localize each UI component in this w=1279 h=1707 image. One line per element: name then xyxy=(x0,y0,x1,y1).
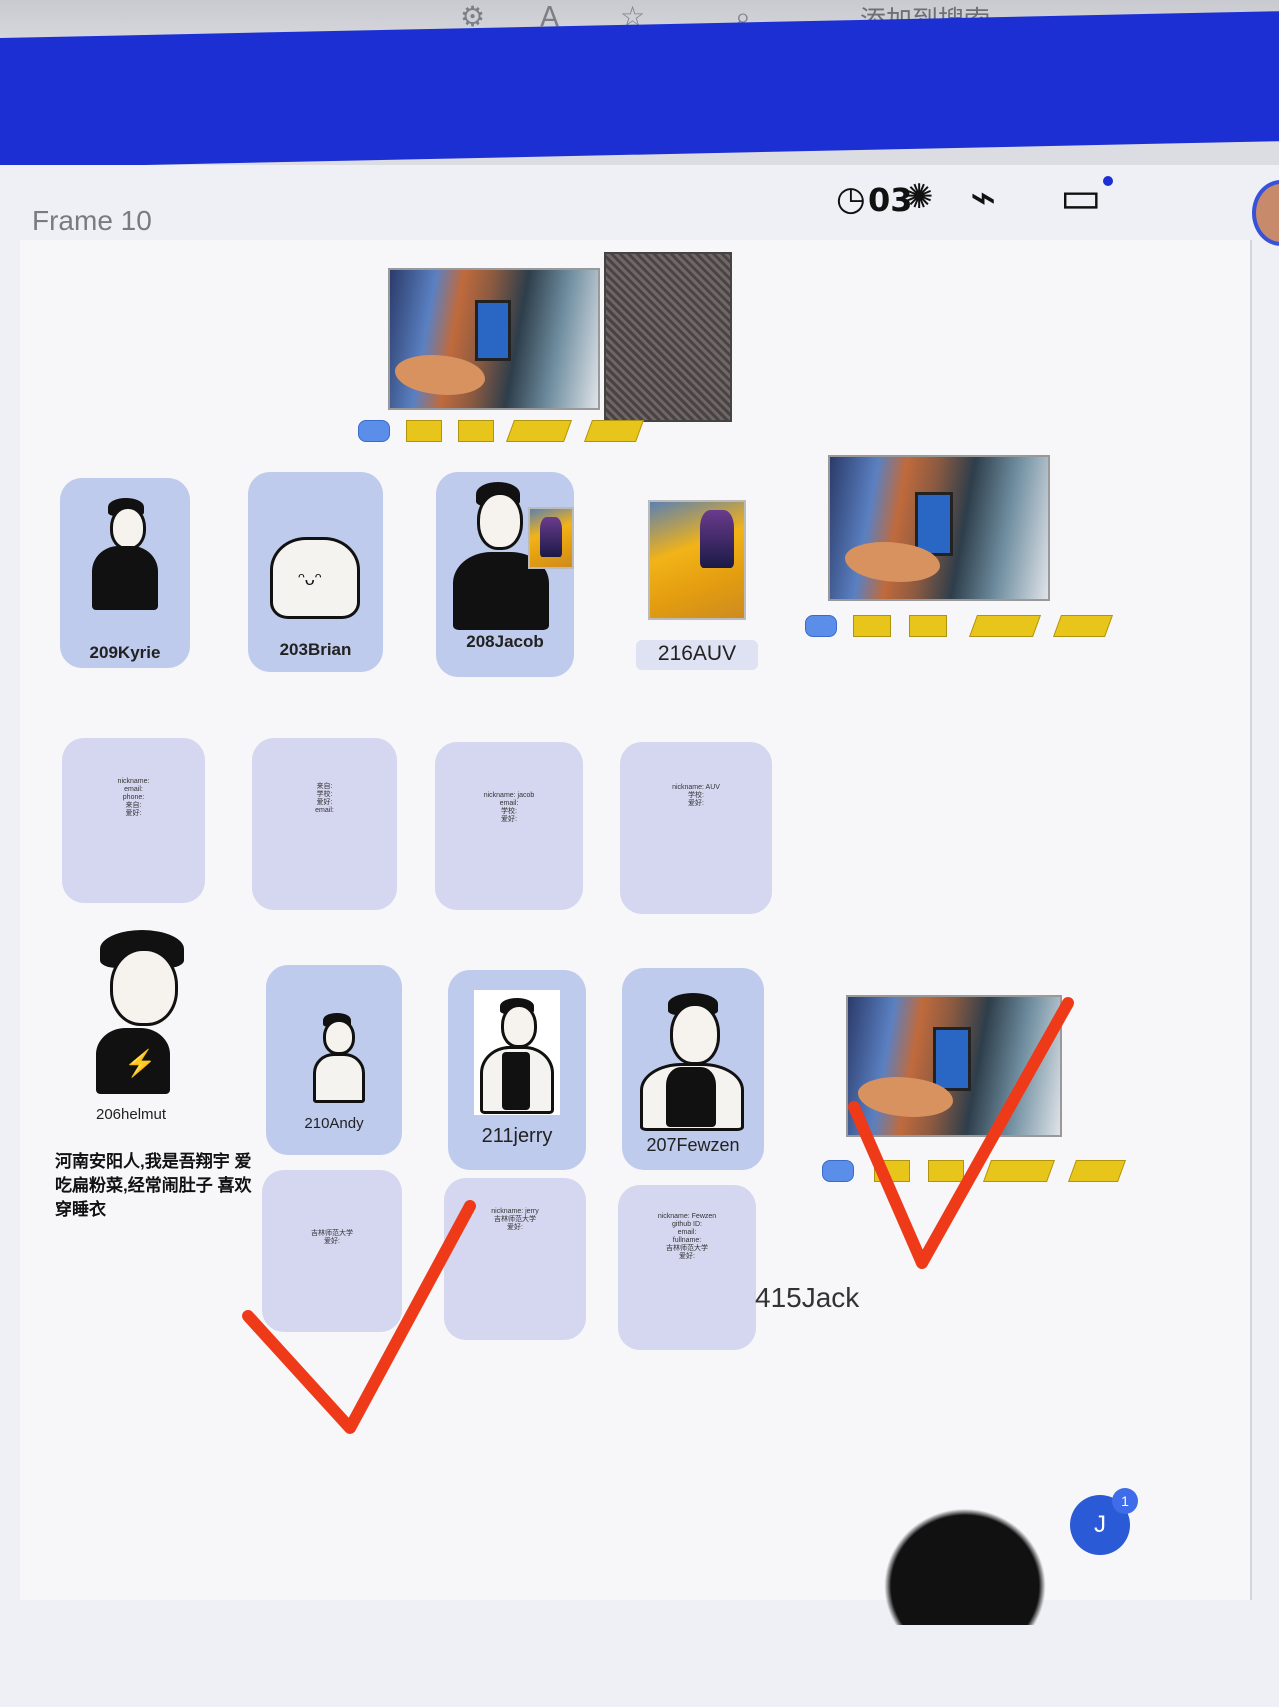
student-name: 210Andy xyxy=(304,1115,364,1132)
student-name[interactable]: 415Jack xyxy=(755,1282,859,1314)
check-mark xyxy=(242,1200,476,1434)
student-card[interactable]: 208Jacob xyxy=(436,472,574,677)
student-card[interactable]: 210Andy xyxy=(266,965,402,1155)
toy-photo[interactable] xyxy=(648,500,746,620)
check-mark xyxy=(848,997,1074,1269)
student-avatar: ᵔᴗᵔ xyxy=(270,527,360,619)
vending-machine-photo[interactable] xyxy=(828,455,1050,601)
student-name: 203Brian xyxy=(279,640,352,659)
info-text: nickname: jacob email: 学校: 爱好: xyxy=(483,792,535,823)
timer-icon[interactable]: ◷ xyxy=(836,182,866,216)
fabric-photo[interactable] xyxy=(604,252,732,422)
student-avatar xyxy=(90,498,160,613)
video-icon[interactable]: ▭ xyxy=(1060,176,1102,220)
info-card[interactable]: nickname: jacob email: 学校: 爱好: xyxy=(435,742,583,910)
info-card[interactable]: nickname: Fewzen github ID: email: fulln… xyxy=(618,1185,756,1350)
person-head-photo xyxy=(870,1495,1060,1625)
flowchart-diagram[interactable] xyxy=(358,420,688,442)
info-text: nickname: AUV 学校: 爱好: xyxy=(672,784,720,807)
notification-count-badge: 1 xyxy=(1112,1488,1138,1514)
student-name: 207Fewzen xyxy=(646,1135,740,1155)
student-name[interactable]: 206helmut xyxy=(96,1106,166,1123)
student-card[interactable]: 207Fewzen xyxy=(622,968,764,1170)
app-header-bar xyxy=(0,11,1279,168)
student-card[interactable]: ᵔᴗᵔ 203Brian xyxy=(248,472,383,672)
student-name: 216AUV xyxy=(657,642,737,665)
student-avatar xyxy=(640,993,744,1131)
student-avatar xyxy=(474,990,560,1115)
student-avatar[interactable]: ⚡ xyxy=(92,930,192,1100)
frame-area[interactable] xyxy=(20,240,1252,1600)
info-text: nickname: email: phone: 来自: 爱好: xyxy=(117,778,150,817)
info-text: 来自: 学校: 爱好: email: xyxy=(315,783,334,814)
student-name: 209Kyrie xyxy=(89,643,161,662)
celebrate-icon[interactable]: ✺ xyxy=(905,180,934,214)
student-name: 208Jacob xyxy=(466,632,544,651)
student-card[interactable]: 209Kyrie xyxy=(60,478,190,668)
student-name: 211jerry xyxy=(481,1125,553,1147)
notification-dot xyxy=(1103,176,1113,186)
flowchart-diagram[interactable] xyxy=(805,615,1115,637)
student-label-pill[interactable]: 216AUV xyxy=(636,640,758,670)
info-card[interactable]: nickname: email: phone: 来自: 爱好: xyxy=(62,738,205,903)
student-avatar xyxy=(311,1013,371,1103)
info-card[interactable]: 来自: 学校: 爱好: email: xyxy=(252,738,397,910)
frame-title[interactable]: Frame 10 xyxy=(32,205,152,237)
info-text: nickname: Fewzen github ID: email: fulln… xyxy=(657,1213,717,1260)
bio-text[interactable]: 河南安阳人,我是吾翔宇 爱吃扁粉菜,经常闹肚子 喜欢穿睡衣 xyxy=(55,1150,255,1222)
info-card[interactable]: nickname: AUV 学校: 爱好: xyxy=(620,742,772,914)
student-card[interactable]: 211jerry xyxy=(448,970,586,1170)
activity-icon[interactable]: ⌁ xyxy=(970,176,997,220)
toy-photo[interactable] xyxy=(528,507,574,569)
vending-machine-photo[interactable] xyxy=(388,268,600,410)
